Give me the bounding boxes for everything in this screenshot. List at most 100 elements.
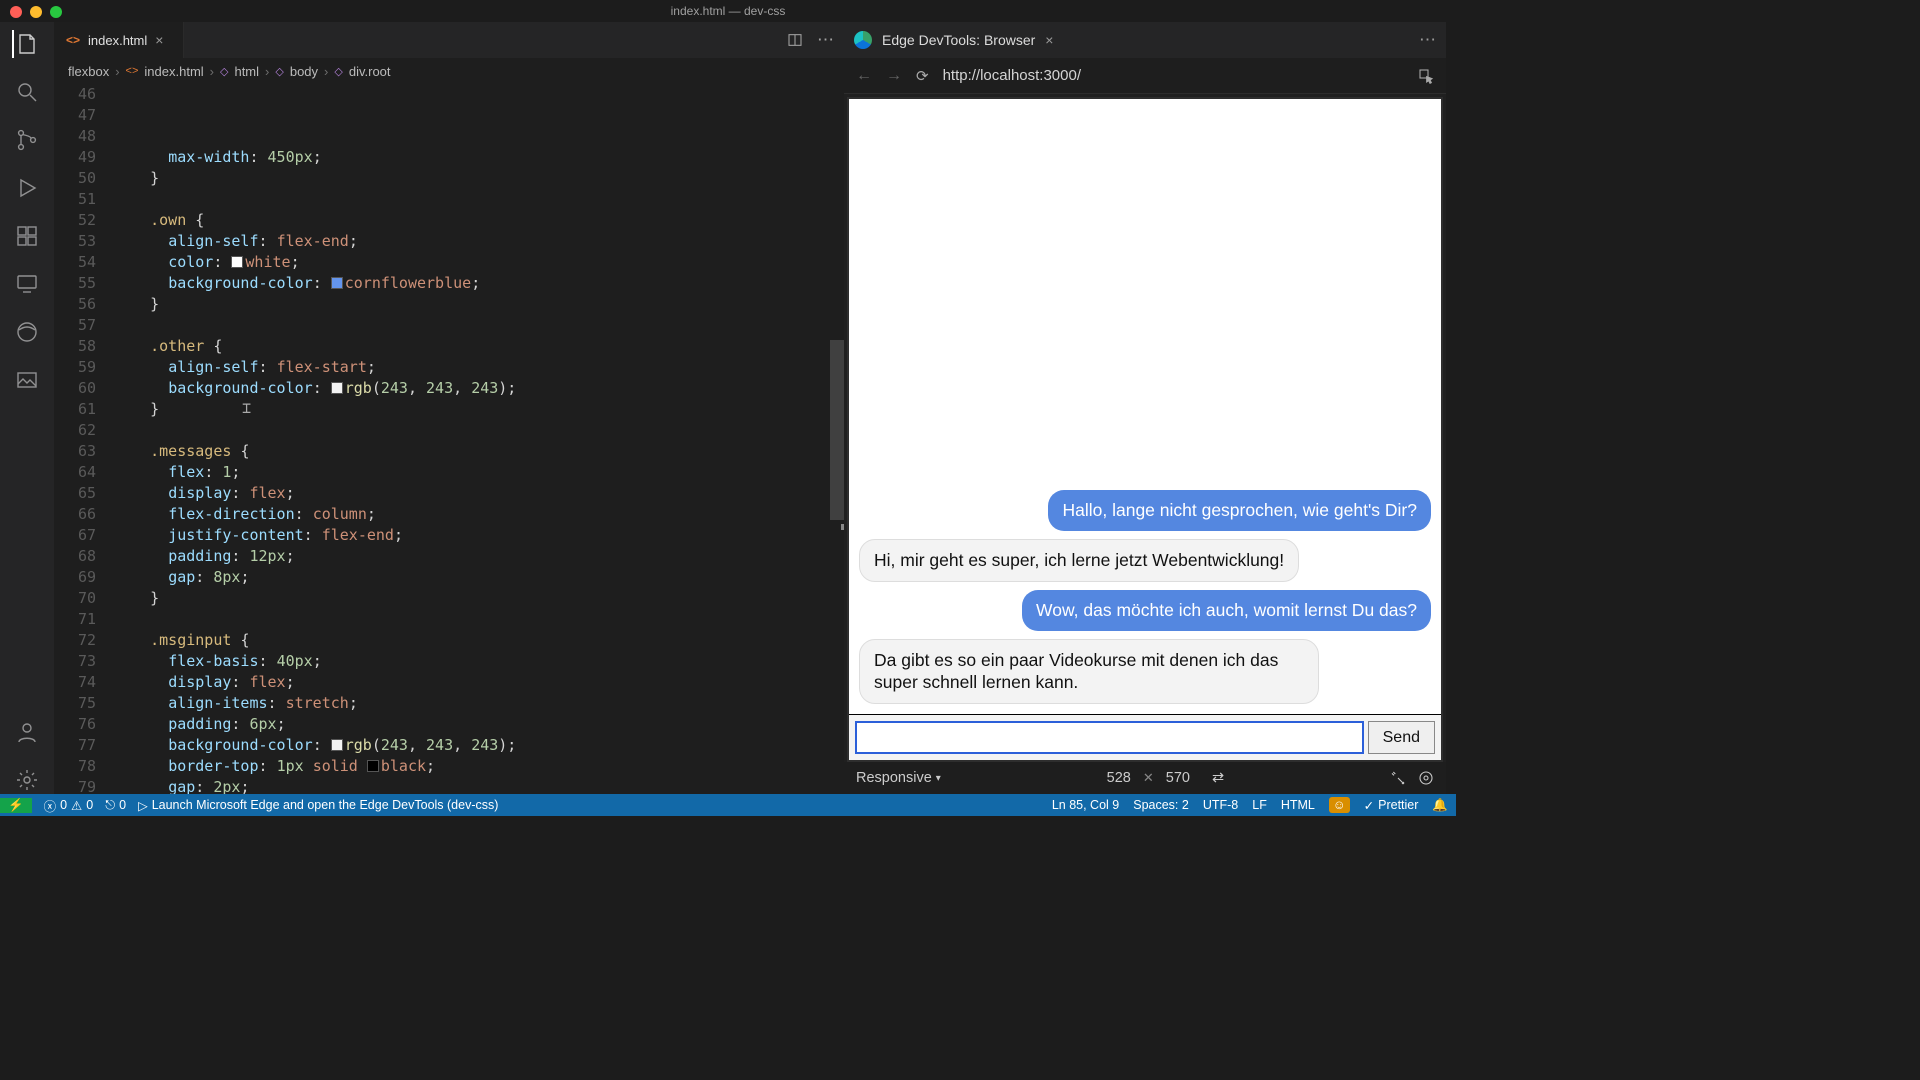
- eol-status[interactable]: LF: [1252, 798, 1267, 812]
- status-bar: ⚡ ⓧ0 ⚠0 ⎋0 ▷ Launch Microsoft Edge and o…: [0, 794, 1456, 816]
- source-control-icon[interactable]: [13, 126, 41, 154]
- reload-icon[interactable]: ⟳: [916, 67, 929, 85]
- viewport-height[interactable]: 570: [1166, 770, 1190, 786]
- split-editor-icon[interactable]: [787, 32, 803, 48]
- prettier-label: Prettier: [1378, 798, 1418, 812]
- accounts-icon[interactable]: [13, 718, 41, 746]
- html-file-icon: <>: [126, 65, 139, 77]
- more-actions-icon[interactable]: ⋯: [1419, 30, 1436, 50]
- explorer-icon[interactable]: [12, 30, 40, 58]
- settings-gear-icon[interactable]: [13, 766, 41, 794]
- notifications-icon[interactable]: 🔔: [1432, 798, 1448, 813]
- emulation-settings-icon[interactable]: [1418, 770, 1434, 786]
- chevron-right-icon: ›: [210, 64, 214, 79]
- chevron-down-icon: ▾: [936, 773, 941, 784]
- window-controls[interactable]: [10, 6, 62, 18]
- editor-tabs: <> index.html × ⋯: [54, 22, 844, 58]
- check-icon: ✓: [1364, 798, 1374, 813]
- responsive-mode-selector[interactable]: Responsive ▾: [856, 770, 941, 786]
- close-tab-icon[interactable]: ×: [155, 32, 163, 48]
- activity-bar: [0, 22, 54, 794]
- port-count: 0: [119, 798, 126, 812]
- code-editor[interactable]: 4647484950515253545556575859606162636465…: [54, 84, 844, 794]
- breadcrumb-file[interactable]: index.html: [144, 64, 203, 79]
- breadcrumb[interactable]: flexbox › <> index.html › ◇ html › ◇ bod…: [54, 58, 844, 84]
- remote-icon: ⚡: [8, 798, 24, 813]
- run-debug-icon[interactable]: [13, 174, 41, 202]
- emulation-options-icon[interactable]: [1390, 770, 1406, 786]
- editor-group: <> index.html × ⋯ flexbox › <> index.htm…: [54, 22, 844, 794]
- close-tab-icon[interactable]: ×: [1045, 32, 1053, 48]
- url-field[interactable]: http://localhost:3000/: [943, 67, 1404, 84]
- tab-filename: index.html: [88, 33, 147, 48]
- feedback-icon[interactable]: ☺: [1329, 797, 1350, 813]
- breadcrumb-node[interactable]: html: [234, 64, 259, 79]
- minimap[interactable]: [830, 84, 844, 794]
- element-icon: ◇: [334, 65, 342, 78]
- browser-toolbar: ← → ⟳ http://localhost:3000/: [844, 58, 1446, 94]
- warning-count: 0: [86, 798, 93, 812]
- search-icon[interactable]: [13, 78, 41, 106]
- devtools-panel: Edge DevTools: Browser × ⋯ ← → ⟳ http://…: [844, 22, 1446, 794]
- launch-message[interactable]: ▷ Launch Microsoft Edge and open the Edg…: [138, 798, 498, 813]
- launch-message-text: Launch Microsoft Edge and open the Edge …: [152, 798, 499, 812]
- chat-message-other: Hi, mir geht es super, ich lerne jetzt W…: [859, 539, 1299, 582]
- error-count: 0: [60, 798, 67, 812]
- ports-status[interactable]: ⎋0: [105, 798, 126, 813]
- remote-explorer-icon[interactable]: [13, 270, 41, 298]
- html-file-icon: <>: [66, 33, 80, 47]
- chat-input[interactable]: [855, 721, 1364, 754]
- chat-message-own: Hallo, lange nicht gesprochen, wie geht'…: [1048, 490, 1431, 531]
- minimize-window-icon[interactable]: [30, 6, 42, 18]
- minimap-viewport[interactable]: [830, 340, 844, 520]
- code-content[interactable]: ⌶ max-width: 450px; } .own { align-self:…: [114, 84, 844, 794]
- chat-input-row: Send: [849, 714, 1441, 760]
- extensions-icon[interactable]: [13, 222, 41, 250]
- send-button[interactable]: Send: [1368, 721, 1435, 754]
- breadcrumb-folder[interactable]: flexbox: [68, 64, 109, 79]
- remote-indicator[interactable]: ⚡: [0, 798, 32, 813]
- devtools-tab-title[interactable]: Edge DevTools: Browser: [882, 32, 1035, 48]
- chevron-right-icon: ›: [115, 64, 119, 79]
- line-number-gutter: 4647484950515253545556575859606162636465…: [54, 84, 114, 794]
- error-icon: ⓧ: [44, 796, 57, 815]
- nav-back-icon[interactable]: ←: [856, 67, 872, 85]
- chat-message-other: Da gibt es so ein paar Videokurse mit de…: [859, 639, 1319, 705]
- maximize-window-icon[interactable]: [50, 6, 62, 18]
- tab-index-html[interactable]: <> index.html ×: [54, 22, 184, 58]
- cursor-position[interactable]: Ln 85, Col 9: [1052, 798, 1119, 812]
- chevron-right-icon: ›: [324, 64, 328, 79]
- element-icon: ◇: [275, 65, 283, 78]
- chevron-right-icon: ›: [265, 64, 269, 79]
- indentation-status[interactable]: Spaces: 2: [1133, 798, 1189, 812]
- close-window-icon[interactable]: [10, 6, 22, 18]
- encoding-status[interactable]: UTF-8: [1203, 798, 1238, 812]
- responsive-toolbar: Responsive ▾ 528 ✕ 570 ⇄: [844, 762, 1446, 794]
- viewport-width[interactable]: 528: [1107, 770, 1131, 786]
- responsive-mode-label: Responsive: [856, 770, 932, 786]
- prettier-status[interactable]: ✓ Prettier: [1364, 798, 1419, 813]
- nav-forward-icon[interactable]: →: [886, 67, 902, 85]
- more-actions-icon[interactable]: ⋯: [817, 30, 834, 50]
- devtools-tab-row: Edge DevTools: Browser × ⋯: [844, 22, 1446, 58]
- element-icon: ◇: [220, 65, 228, 78]
- dimension-x-icon: ✕: [1143, 770, 1154, 786]
- chat-messages: Hallo, lange nicht gesprochen, wie geht'…: [849, 99, 1441, 714]
- inspect-element-icon[interactable]: [1418, 68, 1434, 84]
- image-preview-icon[interactable]: [13, 366, 41, 394]
- edge-browser-icon: [854, 31, 872, 49]
- warning-icon: ⚠: [71, 798, 82, 813]
- chat-app-root: Hallo, lange nicht gesprochen, wie geht'…: [847, 97, 1443, 762]
- broadcast-icon: ⎋: [105, 798, 115, 813]
- browser-viewport: Hallo, lange nicht gesprochen, wie geht'…: [844, 94, 1446, 762]
- language-mode[interactable]: HTML: [1281, 798, 1315, 812]
- chat-message-own: Wow, das möchte ich auch, womit lernst D…: [1022, 590, 1431, 631]
- text-cursor-icon: ⌶: [242, 398, 251, 419]
- play-icon: ▷: [138, 798, 148, 813]
- edge-tools-icon[interactable]: [13, 318, 41, 346]
- problems-status[interactable]: ⓧ0 ⚠0: [44, 796, 94, 815]
- window-title: index.html — dev-css: [0, 0, 1456, 22]
- rotate-icon[interactable]: ⇄: [1212, 770, 1224, 786]
- breadcrumb-node[interactable]: div.root: [349, 64, 391, 79]
- breadcrumb-node[interactable]: body: [290, 64, 318, 79]
